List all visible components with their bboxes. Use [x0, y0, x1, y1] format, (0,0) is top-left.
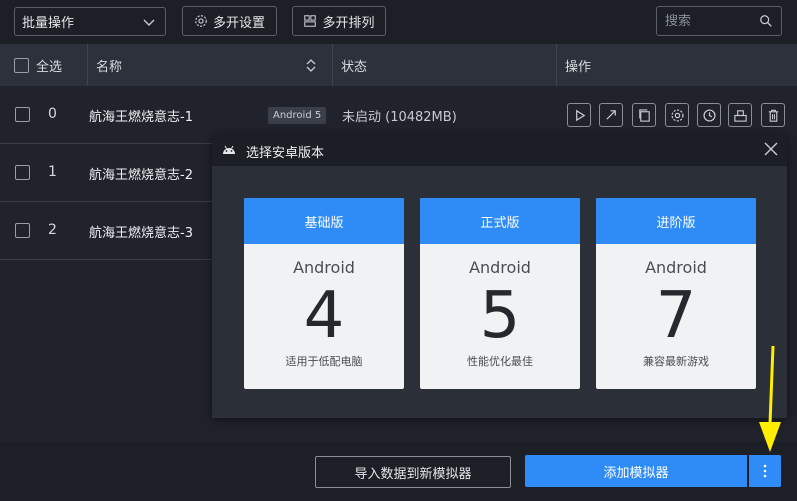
search-box[interactable]	[656, 6, 782, 36]
card-header: 进阶版	[596, 198, 756, 244]
import-data-button[interactable]: 导入数据到新模拟器	[315, 456, 511, 488]
sort-icon[interactable]	[305, 58, 317, 73]
row-divider	[0, 259, 212, 260]
row-checkbox[interactable]	[15, 223, 30, 238]
grid-icon	[304, 15, 317, 27]
add-emulator-button[interactable]: 添加模拟器	[525, 455, 747, 487]
settings-button[interactable]	[665, 103, 689, 127]
batch-operation-select[interactable]: 批量操作	[14, 7, 166, 36]
dialog-header: 选择安卓版本	[212, 134, 787, 166]
card-description: 适用于低配电脑	[285, 355, 363, 368]
version-card-official[interactable]: 正式版 Android 5 性能优化最佳	[420, 198, 580, 389]
organize-button[interactable]	[728, 103, 752, 127]
column-header-name[interactable]: 名称	[96, 44, 122, 86]
column-divider	[87, 44, 88, 86]
column-divider	[332, 44, 333, 86]
card-description: 性能优化最佳	[467, 355, 533, 368]
gear-icon	[670, 108, 684, 122]
android-version-badge: Android 5	[268, 107, 327, 124]
table-header: 全选 名称 状态 操作	[0, 44, 797, 86]
clone-button[interactable]	[632, 103, 656, 127]
card-os: Android	[469, 258, 531, 277]
emulator-name: 航海王燃烧意志-3	[89, 226, 193, 241]
version-card-basic[interactable]: 基础版 Android 4 适用于低配电脑	[244, 198, 404, 389]
row-index: 2	[48, 222, 57, 238]
backup-button[interactable]	[697, 103, 721, 127]
card-description: 兼容最新游戏	[643, 355, 709, 368]
dialog-title: 选择安卓版本	[246, 146, 325, 161]
card-version: 5	[479, 279, 521, 353]
android-version-dialog: 选择安卓版本 基础版 Android 4 适用于低配电脑 正式版 Android…	[212, 134, 787, 418]
select-all[interactable]: 全选	[14, 44, 62, 86]
more-vertical-icon	[763, 464, 767, 478]
android-icon	[223, 145, 235, 154]
history-icon	[702, 108, 716, 122]
start-button[interactable]	[567, 103, 591, 127]
toolbar: 批量操作 多开设置 多开排列	[0, 0, 797, 44]
emulator-name: 航海王燃烧意志-2	[89, 168, 193, 183]
shortcut-button[interactable]	[599, 103, 623, 127]
row-index: 0	[48, 106, 57, 122]
column-header-actions: 操作	[565, 59, 592, 75]
more-options-button[interactable]	[749, 455, 781, 487]
row-checkbox[interactable]	[15, 165, 30, 180]
search-input[interactable]	[665, 11, 755, 31]
close-icon[interactable]	[764, 142, 778, 156]
arrow-icon	[605, 109, 616, 120]
search-icon[interactable]	[759, 14, 773, 28]
multi-settings-label: 多开设置	[212, 15, 265, 31]
trash-icon	[768, 109, 778, 122]
table-row[interactable]: 2 航海王燃烧意志-3	[0, 202, 212, 260]
card-os: Android	[293, 258, 355, 277]
multi-settings-button[interactable]: 多开设置	[182, 6, 277, 36]
select-all-label: 全选	[36, 59, 63, 75]
gear-icon	[195, 15, 207, 27]
column-divider	[556, 44, 557, 86]
card-header: 正式版	[420, 198, 580, 244]
chevron-down-icon	[143, 19, 155, 26]
card-header: 基础版	[244, 198, 404, 244]
card-version: 4	[303, 279, 345, 353]
annotation-arrow-icon	[759, 346, 781, 452]
select-all-checkbox[interactable]	[14, 57, 29, 73]
version-card-advanced[interactable]: 进阶版 Android 7 兼容最新游戏	[596, 198, 756, 389]
emulator-name: 航海王燃烧意志-1	[89, 110, 193, 125]
table-row[interactable]: 1 航海王燃烧意志-2	[0, 144, 212, 202]
row-checkbox[interactable]	[15, 107, 30, 122]
batch-operation-label: 批量操作	[22, 16, 75, 31]
multi-arrange-label: 多开排列	[322, 15, 375, 31]
row-index: 1	[48, 164, 57, 180]
copy-icon	[638, 108, 650, 122]
card-version: 7	[655, 279, 697, 353]
delete-button[interactable]	[761, 103, 785, 127]
emulator-status: 未启动 (10482MB)	[342, 110, 457, 125]
play-icon	[575, 109, 585, 121]
column-header-status: 状态	[341, 59, 368, 75]
organize-icon	[733, 109, 747, 122]
multi-arrange-button[interactable]: 多开排列	[292, 6, 386, 36]
card-os: Android	[645, 258, 707, 277]
